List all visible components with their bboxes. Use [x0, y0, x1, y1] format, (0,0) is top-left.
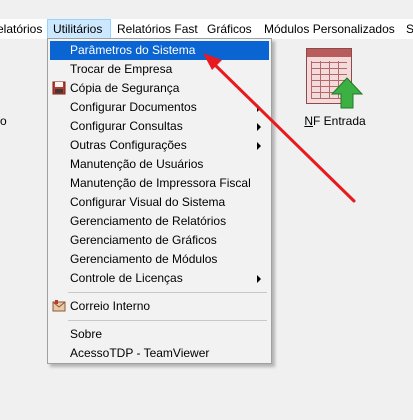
menu-item-label: Trocar de Empresa — [70, 62, 173, 76]
menu-item-label: Configurar Consultas — [70, 119, 183, 133]
menu-item-label: Correio Interno — [70, 299, 151, 313]
green-arrow-icon — [330, 77, 364, 109]
menu-item-manutencao-de-usuarios[interactable]: Manutenção de Usuários — [50, 155, 269, 174]
menu-item-sobre[interactable]: Sobre — [50, 325, 269, 344]
menu-relatorios-fast[interactable]: Relatórios Fast — [112, 19, 203, 39]
chevron-right-icon — [257, 275, 261, 283]
menu-item-gerenciamento-graficos[interactable]: Gerenciamento de Gráficos — [50, 231, 269, 250]
menu-relatorios[interactable]: elatórios — [0, 19, 47, 39]
menu-item-copia-de-seguranca[interactable]: Cópia de Segurança — [50, 79, 269, 98]
menu-item-configurar-documentos[interactable]: Configurar Documentos — [50, 98, 269, 117]
menu-item-label: Manutenção de Usuários — [70, 157, 204, 171]
utilitarios-dropdown: Parâmetros do Sistema Trocar de Empresa … — [47, 38, 272, 364]
menu-bar: elatórios Utilitários Relatórios Fast Gr… — [0, 19, 413, 39]
menu-item-outras-configuracoes[interactable]: Outras Configurações — [50, 136, 269, 155]
menu-item-label: Gerenciamento de Módulos — [70, 252, 218, 266]
menu-item-label: Controle de Licenças — [70, 271, 183, 285]
menu-utilitarios[interactable]: Utilitários — [47, 19, 111, 39]
chevron-right-icon — [257, 142, 261, 150]
menu-item-label: Configurar Visual do Sistema — [70, 195, 226, 209]
menu-item-label: Sobre — [70, 327, 103, 341]
chevron-right-icon — [257, 123, 261, 131]
menu-item-acessotdp-teamviewer[interactable]: AcessoTDP - TeamViewer — [50, 344, 269, 363]
menu-s[interactable]: S — [401, 19, 413, 39]
menu-separator — [68, 320, 267, 321]
menu-item-trocar-de-empresa[interactable]: Trocar de Empresa — [50, 60, 269, 79]
menu-item-label: Cópia de Segurança — [70, 81, 180, 95]
menu-item-configurar-visual[interactable]: Configurar Visual do Sistema — [50, 193, 269, 212]
menu-item-configurar-consultas[interactable]: Configurar Consultas — [50, 117, 269, 136]
menu-item-label: Gerenciamento de Relatórios — [70, 214, 227, 228]
menu-graficos[interactable]: Gráficos — [202, 19, 257, 39]
menu-item-label: AcessoTDP - TeamViewer — [70, 346, 210, 360]
menu-item-correio-interno[interactable]: Correio Interno — [50, 297, 269, 316]
chevron-right-icon — [257, 104, 261, 112]
menu-item-label: Configurar Documentos — [70, 100, 197, 114]
menu-modulos-personalizados[interactable]: Módulos Personalizados — [259, 19, 400, 39]
menu-item-manutencao-impressora-fiscal[interactable]: Manutenção de Impressora Fiscal — [50, 174, 269, 193]
menu-item-label: Manutenção de Impressora Fiscal — [70, 176, 251, 190]
menu-item-controle-de-licencas[interactable]: Controle de Licenças — [50, 269, 269, 288]
mail-icon — [52, 300, 66, 312]
menu-item-label: Outras Configurações — [70, 138, 187, 152]
menu-item-label: Parâmetros do Sistema — [70, 43, 196, 57]
left-edge-text: o — [0, 114, 7, 128]
menu-item-gerenciamento-relatorios[interactable]: Gerenciamento de Relatórios — [50, 212, 269, 231]
menu-separator — [68, 292, 267, 293]
floppy-disk-icon — [52, 81, 66, 95]
menu-item-gerenciamento-modulos[interactable]: Gerenciamento de Módulos — [50, 250, 269, 269]
menu-item-label: Gerenciamento de Gráficos — [70, 233, 217, 247]
nf-entrada-shortcut[interactable]: NF Entrada — [300, 48, 370, 130]
menu-item-parametros-do-sistema[interactable]: Parâmetros do Sistema — [50, 41, 269, 60]
nf-entrada-label: NF Entrada — [304, 114, 366, 128]
